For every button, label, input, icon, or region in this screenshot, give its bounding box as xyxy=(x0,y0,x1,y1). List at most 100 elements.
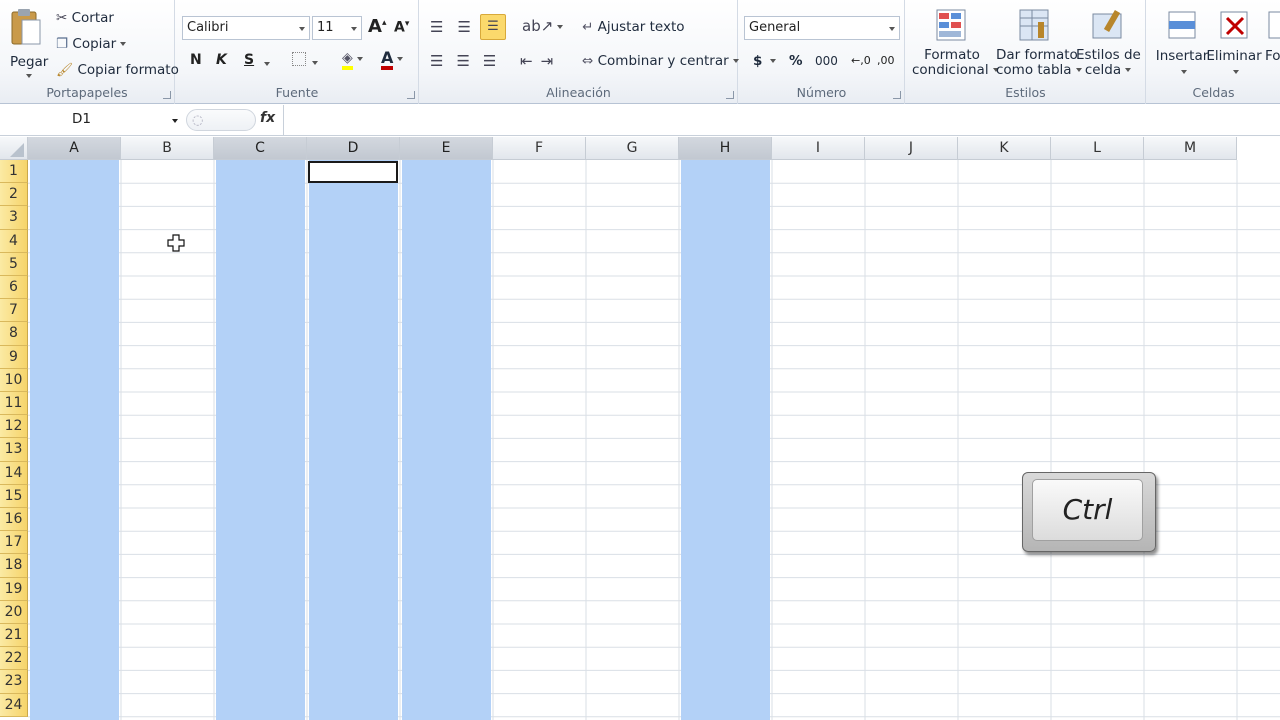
dialog-launcher-icon[interactable] xyxy=(726,91,734,99)
row-header-24[interactable]: 24 xyxy=(0,693,28,717)
formula-bar-splitter[interactable]: ◌ xyxy=(186,109,256,131)
wrap-text-label: Ajustar texto xyxy=(597,19,685,35)
row-header-1[interactable]: 1 xyxy=(0,160,28,184)
cell-styles-button[interactable]: Estilos de celda xyxy=(1076,8,1141,78)
cut-button[interactable]: ✂ Cortar xyxy=(56,10,114,26)
underline-dropdown[interactable] xyxy=(260,56,270,71)
row-header-21[interactable]: 21 xyxy=(0,624,28,648)
row-header-7[interactable]: 7 xyxy=(0,299,28,323)
ctrl-key-overlay: Ctrl xyxy=(1022,472,1156,552)
row-header-23[interactable]: 23 xyxy=(0,670,28,694)
number-format-select[interactable]: General xyxy=(744,16,900,40)
column-header-f[interactable]: F xyxy=(493,137,586,160)
active-cell-d1[interactable] xyxy=(308,161,398,183)
thousands-button[interactable]: 000 xyxy=(815,54,838,68)
row-header-12[interactable]: 12 xyxy=(0,415,28,439)
grow-font-icon: A xyxy=(368,16,382,37)
row-header-4[interactable]: 4 xyxy=(0,229,28,253)
underline-button[interactable]: S xyxy=(244,52,254,68)
merge-center-button[interactable]: ⇔ Combinar y centrar xyxy=(582,53,739,69)
italic-button[interactable]: K xyxy=(216,52,227,68)
column-header-i[interactable]: I xyxy=(772,137,865,160)
decrease-decimal-button[interactable]: ,00 xyxy=(877,54,895,67)
row-header-9[interactable]: 9 xyxy=(0,345,28,369)
dialog-launcher-icon[interactable] xyxy=(407,91,415,99)
font-size-select[interactable]: 11 xyxy=(312,16,362,40)
shrink-font-icon: A xyxy=(394,19,405,36)
select-all-icon xyxy=(10,143,24,157)
row-header-6[interactable]: 6 xyxy=(0,276,28,300)
chevron-down-icon xyxy=(312,60,318,65)
row-header-5[interactable]: 5 xyxy=(0,252,28,276)
brush-icon: 🖌 xyxy=(56,62,74,78)
formula-input[interactable] xyxy=(283,105,1280,136)
horizontal-align-buttons[interactable]: ☰☰☰ xyxy=(430,52,509,70)
bold-button[interactable]: N xyxy=(190,52,202,68)
column-header-g[interactable]: G xyxy=(586,137,679,160)
row-header-17[interactable]: 17 xyxy=(0,531,28,555)
group-clipboard: Pegar ✂ Cortar ❐ Copiar 🖌 Copiar formato… xyxy=(0,0,179,104)
vertical-align-buttons[interactable]: ☰☰ xyxy=(430,18,485,36)
row-header-18[interactable]: 18 xyxy=(0,554,28,578)
paste-button[interactable]: Pegar xyxy=(8,8,48,83)
currency-button[interactable]: $ xyxy=(753,53,777,69)
format-cells-button[interactable]: For xyxy=(1265,8,1280,64)
column-header-m[interactable]: M xyxy=(1144,137,1237,160)
row-header-8[interactable]: 8 xyxy=(0,322,28,346)
row-header-3[interactable]: 3 xyxy=(0,206,28,230)
chevron-down-icon xyxy=(1233,69,1239,74)
chevron-down-icon xyxy=(172,119,178,123)
row-header-16[interactable]: 16 xyxy=(0,508,28,532)
increase-decimal-button[interactable]: ←,0 xyxy=(851,54,871,67)
column-header-c[interactable]: C xyxy=(214,137,307,160)
chevron-down-icon xyxy=(356,56,363,61)
borders-button[interactable] xyxy=(292,52,318,70)
row-header-10[interactable]: 10 xyxy=(0,368,28,392)
row-header-22[interactable]: 22 xyxy=(0,647,28,671)
column-header-h[interactable]: H xyxy=(679,137,772,160)
row-header-15[interactable]: 15 xyxy=(0,484,28,508)
column-header-e[interactable]: E xyxy=(400,137,493,160)
format-cells-icon xyxy=(1268,11,1280,39)
align-bottom-button[interactable]: ☰ xyxy=(480,14,506,40)
column-header-l[interactable]: L xyxy=(1051,137,1144,160)
format-as-table-button[interactable]: Dar formato como tabla xyxy=(996,8,1082,78)
font-color-button[interactable]: A xyxy=(381,48,404,70)
name-box[interactable]: D1 xyxy=(2,108,182,132)
row-header-2[interactable]: 2 xyxy=(0,183,28,207)
selected-column-a xyxy=(30,160,119,720)
column-header-d[interactable]: D xyxy=(307,137,400,160)
indent-buttons[interactable]: ⇤⇥ xyxy=(520,52,561,70)
font-name-select[interactable]: Calibri xyxy=(182,16,310,40)
grow-font-button[interactable]: A▴ xyxy=(368,16,386,37)
row-header-14[interactable]: 14 xyxy=(0,461,28,485)
orientation-button[interactable]: ab↗ xyxy=(522,17,564,35)
row-header-13[interactable]: 13 xyxy=(0,438,28,462)
dialog-launcher-icon[interactable] xyxy=(893,91,901,99)
row-header-20[interactable]: 20 xyxy=(0,600,28,624)
group-label-number: Número xyxy=(796,85,847,100)
conditional-format-label-1: Formato xyxy=(924,47,980,63)
select-all-button[interactable] xyxy=(0,137,28,160)
column-header-a[interactable]: A xyxy=(28,137,121,160)
fill-color-button[interactable]: ◈ xyxy=(342,50,363,70)
chevron-down-icon xyxy=(397,56,404,61)
percent-button[interactable]: % xyxy=(789,53,803,69)
wrap-text-button[interactable]: ↵ Ajustar texto xyxy=(582,19,685,35)
chevron-down-icon xyxy=(264,61,270,66)
column-header-k[interactable]: K xyxy=(958,137,1051,160)
dialog-launcher-icon[interactable] xyxy=(163,91,171,99)
align-left-icon: ☰ xyxy=(430,52,457,70)
conditional-format-button[interactable]: Formato condicional xyxy=(912,8,999,78)
format-painter-button[interactable]: 🖌 Copiar formato xyxy=(56,62,179,78)
row-header-19[interactable]: 19 xyxy=(0,577,28,601)
column-header-b[interactable]: B xyxy=(121,137,214,160)
column-header-j[interactable]: J xyxy=(865,137,958,160)
copy-button[interactable]: ❐ Copiar xyxy=(56,36,127,52)
selected-column-d xyxy=(309,160,398,720)
delete-cells-button[interactable]: Eliminar xyxy=(1203,8,1265,79)
row-header-11[interactable]: 11 xyxy=(0,392,28,416)
shrink-font-button[interactable]: A▾ xyxy=(394,19,409,36)
insert-function-button[interactable]: fx xyxy=(260,110,275,126)
align-bottom-icon: ☰ xyxy=(487,19,499,34)
